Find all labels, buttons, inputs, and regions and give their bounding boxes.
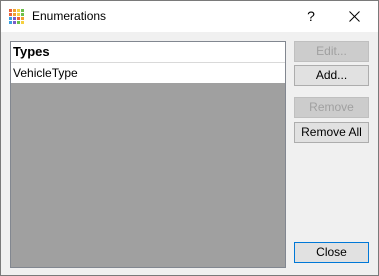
types-list[interactable]: Types VehicleType	[10, 41, 286, 268]
app-grid-icon	[9, 9, 24, 24]
window-title: Enumerations	[32, 9, 107, 23]
close-button[interactable]: Close	[294, 242, 369, 263]
close-icon	[349, 11, 360, 22]
remove-button[interactable]: Remove	[294, 97, 369, 118]
enumerations-dialog: Enumerations ? Types VehicleType Edit...…	[0, 0, 379, 276]
list-item[interactable]: VehicleType	[11, 63, 285, 83]
title-bar: Enumerations ?	[1, 1, 378, 32]
remove-all-button[interactable]: Remove All	[294, 122, 369, 143]
add-button[interactable]: Add...	[294, 65, 369, 86]
list-header-types: Types	[11, 42, 285, 63]
close-window-button[interactable]	[333, 1, 377, 32]
help-button[interactable]: ?	[293, 1, 329, 32]
dialog-content: Types VehicleType Edit... Add... Remove …	[1, 32, 378, 275]
edit-button[interactable]: Edit...	[294, 41, 369, 62]
